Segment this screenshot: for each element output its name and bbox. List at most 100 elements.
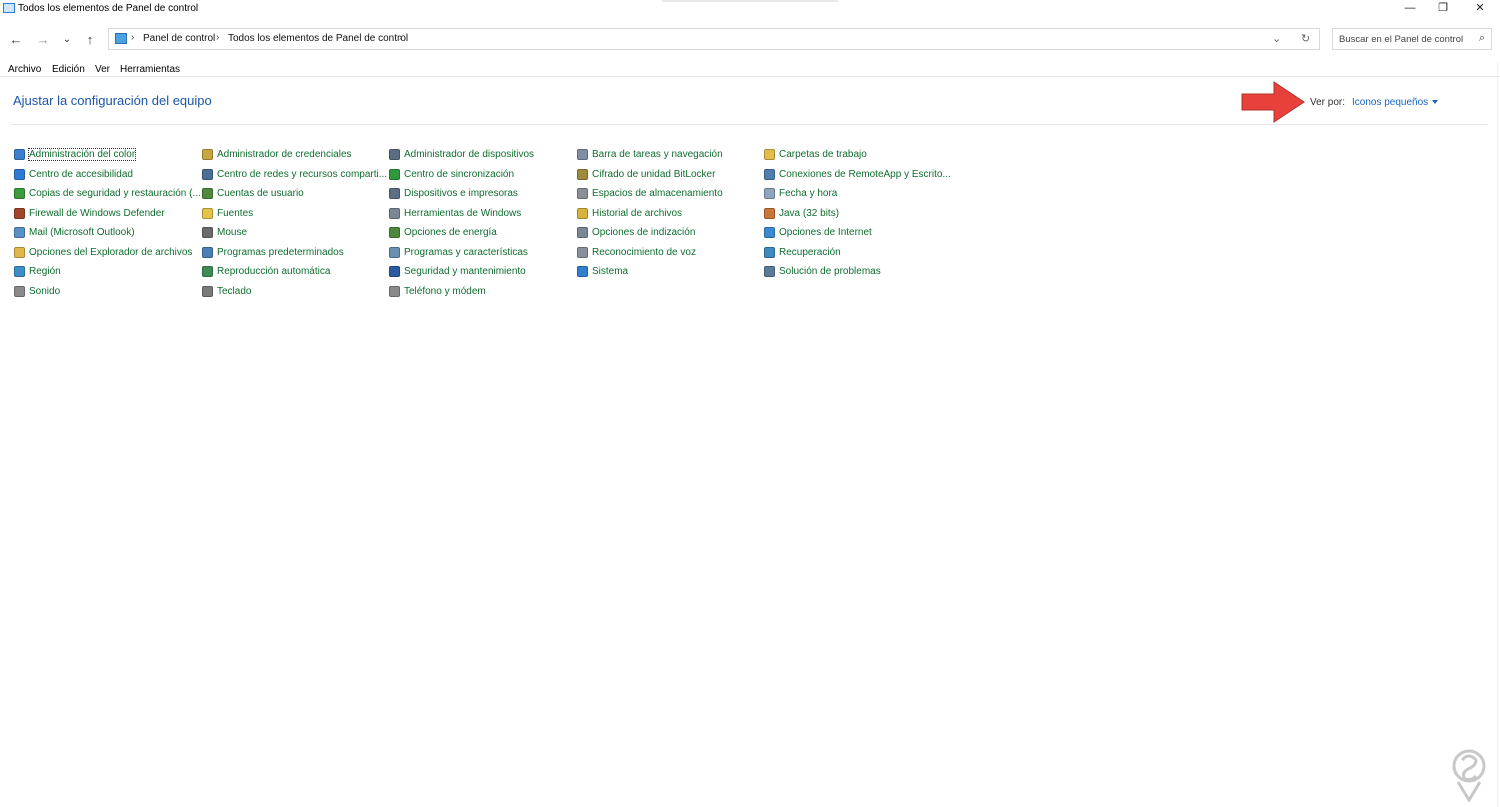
control-panel-item-label: Administrador de credenciales: [217, 148, 352, 160]
control-panel-item[interactable]: Conexiones de RemoteApp y Escrito...: [764, 166, 951, 182]
control-panel-item[interactable]: Centro de accesibilidad: [14, 166, 133, 182]
control-panel-item[interactable]: Sonido: [14, 283, 60, 299]
view-by-select[interactable]: Iconos pequeños: [1352, 97, 1439, 108]
control-panel-item[interactable]: Opciones del Explorador de archivos: [14, 244, 192, 260]
control-panel-item[interactable]: Firewall de Windows Defender: [14, 205, 165, 221]
phone-modem-icon: [389, 285, 400, 297]
divider: [10, 124, 1488, 125]
control-panel-item[interactable]: Cuentas de usuario: [202, 185, 304, 201]
control-panel-item[interactable]: Teléfono y módem: [389, 283, 486, 299]
control-panel-item[interactable]: Centro de sincronización: [389, 166, 514, 182]
menu-herramientas[interactable]: Herramientas: [120, 64, 180, 75]
view-by-value: Iconos pequeños: [1352, 97, 1429, 108]
control-panel-item[interactable]: Programas predeterminados: [202, 244, 344, 260]
control-panel-item[interactable]: Java (32 bits): [764, 205, 839, 221]
search-icon[interactable]: ⌕: [1479, 32, 1485, 45]
microphone-icon: [577, 246, 588, 258]
control-panel-item-label: Espacios de almacenamiento: [592, 187, 723, 199]
control-panel-item[interactable]: Administrador de dispositivos: [389, 146, 534, 162]
control-panel-item-label: Teclado: [217, 285, 252, 297]
breadcrumb-all-items[interactable]: Todos los elementos de Panel de control: [228, 33, 408, 44]
menu-archivo[interactable]: Archivo: [8, 64, 41, 75]
refresh-icon[interactable]: ↻: [1301, 32, 1310, 45]
control-panel-item-label: Teléfono y módem: [404, 285, 486, 297]
work-folders-icon: [764, 148, 775, 160]
control-panel-item-label: Opciones de energía: [404, 226, 497, 238]
divider: [0, 76, 1500, 77]
control-panel-item[interactable]: Espacios de almacenamiento: [577, 185, 723, 201]
search-input[interactable]: Buscar en el Panel de control ⌕: [1332, 28, 1492, 50]
control-panel-icon: [115, 33, 127, 44]
control-panel-item[interactable]: Carpetas de trabajo: [764, 146, 867, 162]
control-panel-item-label: Cifrado de unidad BitLocker: [592, 168, 716, 180]
control-panel-item[interactable]: Opciones de energía: [389, 224, 497, 240]
control-panel-item[interactable]: Mouse: [202, 224, 247, 240]
region-icon: [14, 265, 25, 277]
control-panel-item[interactable]: Administrador de credenciales: [202, 146, 352, 162]
control-panel-item[interactable]: Reproducción automática: [202, 263, 330, 279]
file-history-icon: [577, 207, 588, 219]
control-panel-item[interactable]: Solución de problemas: [764, 263, 881, 279]
control-panel-item-label: Programas y características: [404, 246, 528, 258]
title-bar: Todos los elementos de Panel de control …: [0, 0, 1500, 18]
control-panel-item[interactable]: Barra de tareas y navegación: [577, 146, 723, 162]
control-panel-item[interactable]: Mail (Microsoft Outlook): [14, 224, 135, 240]
breadcrumb-separator[interactable]: ›: [216, 32, 219, 43]
control-panel-item[interactable]: Reconocimiento de voz: [577, 244, 696, 260]
scrollbar-track[interactable]: [1497, 62, 1498, 807]
close-button[interactable]: ✕: [1462, 0, 1498, 18]
back-arrow-icon[interactable]: ←: [7, 31, 25, 49]
sound-icon: [14, 285, 25, 297]
control-panel-item-label: Programas predeterminados: [217, 246, 344, 258]
control-panel-item[interactable]: Administración del color: [14, 146, 137, 162]
device-manager-icon: [389, 148, 400, 160]
control-panel-item[interactable]: Copias de seguridad y restauración (...: [14, 185, 201, 201]
control-panel-item-label: Fecha y hora: [779, 187, 838, 199]
forward-arrow-icon[interactable]: →: [34, 31, 52, 49]
control-panel-item-label: Sonido: [29, 285, 61, 297]
keyboard-icon: [202, 285, 213, 297]
control-panel-item-label: Región: [29, 265, 61, 277]
recovery-icon: [764, 246, 775, 258]
breadcrumb-separator[interactable]: ›: [399, 32, 402, 43]
menu-ver[interactable]: Ver: [95, 64, 110, 75]
address-bar[interactable]: › Panel de control › Todos los elementos…: [108, 28, 1320, 50]
control-panel-item[interactable]: Fuentes: [202, 205, 253, 221]
control-panel-item[interactable]: Seguridad y mantenimiento: [389, 263, 526, 279]
control-panel-item-label: Opciones de Internet: [779, 226, 872, 238]
control-panel-item[interactable]: Historial de archivos: [577, 205, 682, 221]
menu-edicion[interactable]: Edición: [52, 64, 85, 75]
control-panel-item[interactable]: Opciones de Internet: [764, 224, 872, 240]
control-panel-item-label: Herramientas de Windows: [404, 207, 522, 219]
control-panel-item-label: Mail (Microsoft Outlook): [29, 226, 135, 238]
control-panel-item[interactable]: Teclado: [202, 283, 251, 299]
watermark-logo: [1452, 749, 1486, 802]
control-panel-item[interactable]: Dispositivos e impresoras: [389, 185, 518, 201]
control-panel-item[interactable]: Opciones de indización: [577, 224, 695, 240]
breadcrumb-separator[interactable]: ›: [131, 32, 134, 43]
minimize-button[interactable]: —: [1392, 0, 1428, 18]
up-arrow-icon[interactable]: ↑: [81, 31, 99, 49]
recent-locations-chevron-icon[interactable]: ⌄: [58, 31, 76, 49]
restore-button[interactable]: ❐: [1425, 0, 1461, 18]
breadcrumb-control-panel[interactable]: Panel de control: [143, 33, 215, 44]
control-panel-item-label: Fuentes: [217, 207, 254, 219]
control-panel-item[interactable]: Recuperación: [764, 244, 841, 260]
control-panel-item[interactable]: Sistema: [577, 263, 628, 279]
page-title: Ajustar la configuración del equipo: [13, 93, 212, 108]
taskbar-icon: [577, 148, 588, 160]
control-panel-item[interactable]: Herramientas de Windows: [389, 205, 521, 221]
control-panel-item[interactable]: Fecha y hora: [764, 185, 837, 201]
address-dropdown-icon[interactable]: ⌄: [1272, 32, 1281, 45]
power-icon: [389, 226, 400, 238]
window-title: Todos los elementos de Panel de control: [18, 3, 199, 14]
control-panel-item-label: Barra de tareas y navegación: [592, 148, 723, 160]
control-panel-item[interactable]: Cifrado de unidad BitLocker: [577, 166, 715, 182]
mail-icon: [14, 226, 25, 238]
control-panel-item[interactable]: Centro de redes y recursos comparti...: [202, 166, 387, 182]
fonts-icon: [202, 207, 213, 219]
troubleshooting-icon: [764, 265, 775, 277]
control-panel-item[interactable]: Región: [14, 263, 61, 279]
control-panel-item[interactable]: Programas y características: [389, 244, 528, 260]
control-panel-item-label: Carpetas de trabajo: [779, 148, 867, 160]
